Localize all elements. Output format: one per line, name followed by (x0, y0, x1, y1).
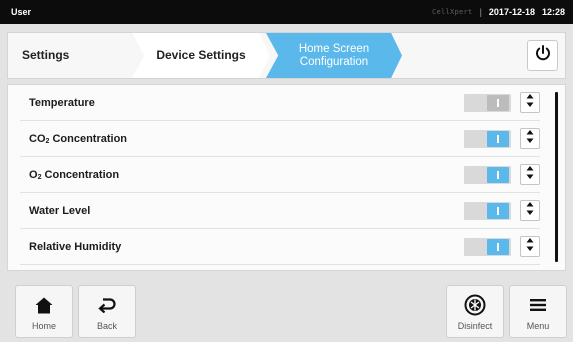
disinfect-button[interactable]: Disinfect (446, 285, 504, 338)
list-item-water-level: Water Level (20, 193, 540, 229)
breadcrumb-device-settings-label: Device Settings (156, 48, 246, 62)
menu-icon (530, 294, 546, 316)
list-scrollbar[interactable] (555, 92, 558, 262)
toggle-knob (487, 131, 509, 147)
home-screen-items-list: Temperature CO2 Concentration O2 Concent… (7, 84, 566, 271)
toggle-knob (487, 203, 509, 219)
disinfect-icon (464, 294, 486, 316)
reorder-arrows-icon (526, 237, 534, 256)
user-label: User (11, 7, 32, 17)
label-main: O (29, 168, 38, 181)
disinfect-button-label: Disinfect (457, 321, 493, 331)
breadcrumb-active-line2: Configuration (299, 55, 369, 68)
power-button[interactable] (527, 40, 558, 71)
home-icon (35, 294, 53, 316)
reorder-arrows-icon (526, 93, 534, 112)
breadcrumb-home-screen-configuration: Home Screen Configuration (266, 33, 402, 78)
breadcrumb-active-label: Home Screen Configuration (299, 43, 369, 69)
temperature-toggle[interactable] (464, 94, 511, 112)
label-main: CO (29, 132, 46, 145)
breadcrumb-active-line1: Home Screen (298, 42, 370, 55)
toggle-knob (487, 239, 509, 255)
breadcrumb-settings[interactable]: Settings (8, 33, 146, 78)
co2-concentration-toggle[interactable] (464, 130, 511, 148)
home-button-label: Home (31, 321, 56, 331)
co2-concentration-reorder-button[interactable] (520, 128, 540, 149)
menu-button[interactable]: Menu (509, 285, 567, 338)
time-label: 12:28 (541, 7, 565, 17)
o2-concentration-toggle[interactable] (464, 166, 511, 184)
brand-label: CellXpert (431, 8, 473, 16)
breadcrumb: Settings Device Settings Home Screen Con… (8, 33, 528, 78)
menu-button-label: Menu (526, 321, 550, 331)
breadcrumb-settings-label: Settings (22, 48, 70, 62)
o2-concentration-reorder-button[interactable] (520, 164, 540, 185)
status-right: CellXpert | 2017-12-18 12:28 (432, 7, 565, 17)
list-item-relative-humidity: Relative Humidity (20, 229, 540, 265)
reorder-arrows-icon (526, 129, 534, 148)
breadcrumb-device-settings[interactable]: Device Settings (132, 33, 270, 78)
list-item-temperature: Temperature (20, 85, 540, 121)
back-button[interactable]: Back (78, 285, 136, 338)
toggle-knob (487, 95, 509, 111)
water-level-toggle[interactable] (464, 202, 511, 220)
status-separator: | (479, 7, 482, 17)
back-button-label: Back (96, 321, 117, 331)
relative-humidity-reorder-button[interactable] (520, 236, 540, 257)
toggle-knob (487, 167, 509, 183)
power-icon (534, 44, 552, 67)
date-label: 2017-12-18 (488, 7, 535, 17)
label-rest: Concentration (41, 168, 120, 181)
temperature-reorder-button[interactable] (520, 92, 540, 113)
relative-humidity-toggle[interactable] (464, 238, 511, 256)
label-rest: Concentration (49, 132, 128, 145)
status-bar: User CellXpert | 2017-12-18 12:28 (0, 0, 573, 24)
water-level-reorder-button[interactable] (520, 200, 540, 221)
breadcrumb-panel: Settings Device Settings Home Screen Con… (7, 32, 566, 79)
home-button[interactable]: Home (15, 285, 73, 338)
back-arrow-icon (98, 294, 116, 316)
list-item-co2-concentration: CO2 Concentration (20, 121, 540, 157)
list-item-o2-concentration: O2 Concentration (20, 157, 540, 193)
reorder-arrows-icon (526, 201, 534, 220)
reorder-arrows-icon (526, 165, 534, 184)
